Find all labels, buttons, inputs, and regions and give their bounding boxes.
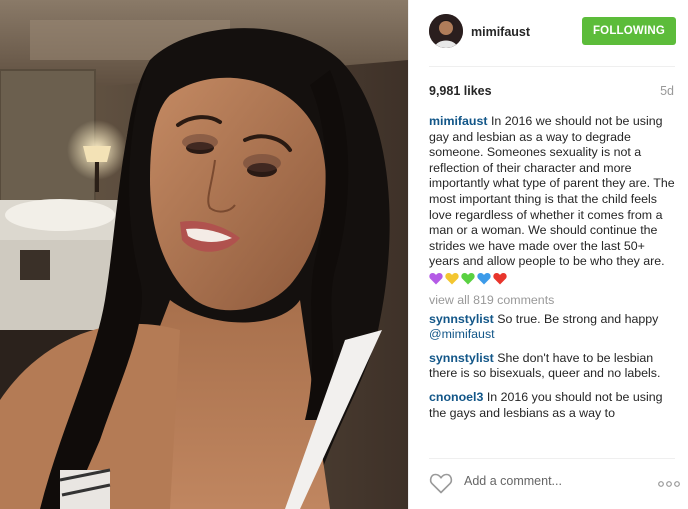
following-button[interactable]: FOLLOWING xyxy=(582,17,676,45)
selfie-image xyxy=(0,0,408,509)
comment-username[interactable]: cnonoel3 xyxy=(429,390,483,404)
blue-heart-icon xyxy=(477,272,491,285)
caption-text: In 2016 we should not be using gay and l… xyxy=(429,114,675,269)
comment-item: synnstylist She don't have to be lesbian… xyxy=(429,351,675,382)
comment-item: synnstylist So true. Be strong and happy… xyxy=(429,312,675,343)
purple-heart-icon xyxy=(429,272,443,285)
avatar[interactable] xyxy=(429,14,463,48)
view-all-comments-link[interactable]: view all 819 comments xyxy=(429,293,675,309)
comment-mention[interactable]: @mimifaust xyxy=(429,327,495,341)
post-age[interactable]: 5d xyxy=(660,84,674,98)
footer-divider xyxy=(429,458,675,459)
yellow-heart-icon xyxy=(445,272,459,285)
caption-username[interactable]: mimifaust xyxy=(429,114,488,128)
add-comment-input[interactable] xyxy=(464,474,634,488)
red-heart-icon xyxy=(493,272,507,285)
comment-text: So true. Be strong and happy xyxy=(497,311,659,326)
more-options-icon[interactable] xyxy=(657,480,681,488)
post-username[interactable]: mimifaust xyxy=(471,25,530,39)
comment-username[interactable]: synnstylist xyxy=(429,312,494,326)
header-divider xyxy=(429,66,675,67)
avatar-image xyxy=(429,14,463,48)
comments-section[interactable]: mimifaust In 2016 we should not be using… xyxy=(429,114,675,454)
heart-emojis xyxy=(429,272,675,285)
caption: mimifaust In 2016 we should not be using… xyxy=(429,114,675,285)
green-heart-icon xyxy=(461,272,475,285)
post-photo[interactable] xyxy=(0,0,408,509)
instagram-post: mimifaust FOLLOWING 9,981 likes 5d mimif… xyxy=(0,0,688,509)
heart-outline-icon[interactable] xyxy=(429,472,453,494)
comment-username[interactable]: synnstylist xyxy=(429,351,494,365)
post-side-panel: mimifaust FOLLOWING 9,981 likes 5d mimif… xyxy=(408,0,688,509)
likes-count[interactable]: 9,981 likes xyxy=(429,84,492,98)
post-header: mimifaust FOLLOWING xyxy=(409,0,688,66)
comment-item: cnonoel3 In 2016 you should not be using… xyxy=(429,390,675,421)
